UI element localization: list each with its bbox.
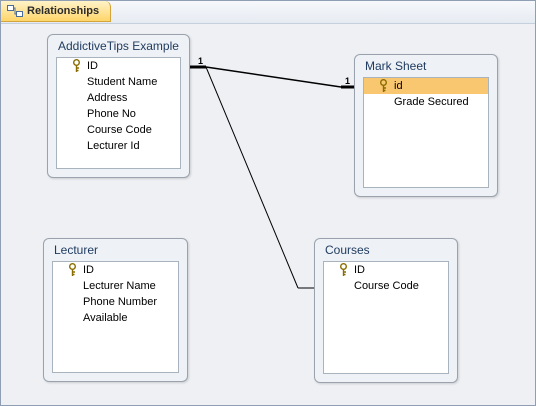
field-lecturer-id[interactable]: Lecturer Id [57, 138, 180, 154]
key-icon [69, 263, 76, 276]
document-tab-strip: Relationships [1, 1, 535, 24]
field-id[interactable]: id [364, 78, 488, 94]
table-addictivetips-example[interactable]: AddictiveTips Example ID Student Name Ad… [47, 34, 190, 178]
table-lecturer[interactable]: Lecturer ID Lecturer Name Phone Number A… [43, 238, 188, 382]
cardinality-label: 1 [198, 56, 204, 66]
relationships-window: Relationships 1 1 AddictiveTips Example … [0, 0, 536, 406]
field-list: ID Student Name Address Phone No Course … [56, 57, 181, 169]
table-courses[interactable]: Courses ID Course Code [314, 238, 458, 383]
cardinality-label: 1 [345, 76, 351, 86]
tab-relationships[interactable]: Relationships [1, 1, 111, 22]
relationships-icon [7, 4, 23, 18]
relationship-line-marksheet[interactable] [205, 66, 342, 88]
relationships-canvas[interactable]: 1 1 AddictiveTips Example ID Student Nam… [1, 24, 535, 405]
key-icon [73, 59, 80, 72]
field-course-code[interactable]: Course Code [324, 278, 448, 294]
field-address[interactable]: Address [57, 90, 180, 106]
field-id[interactable]: ID [57, 58, 180, 74]
field-id[interactable]: ID [324, 262, 448, 278]
field-grade-secured[interactable]: Grade Secured [364, 94, 488, 110]
field-phone-number[interactable]: Phone Number [53, 294, 178, 310]
field-list: ID Lecturer Name Phone Number Available [52, 261, 179, 373]
field-phone-no[interactable]: Phone No [57, 106, 180, 122]
table-title: Courses [325, 243, 370, 257]
field-list: id Grade Secured [363, 77, 489, 188]
table-title: Lecturer [54, 243, 99, 257]
field-available[interactable]: Available [53, 310, 178, 326]
key-icon [340, 263, 347, 276]
field-id[interactable]: ID [53, 262, 178, 278]
table-title: Mark Sheet [365, 59, 427, 73]
field-course-code[interactable]: Course Code [57, 122, 180, 138]
table-mark-sheet[interactable]: Mark Sheet id Grade Secured [354, 54, 498, 197]
table-title: AddictiveTips Example [58, 39, 179, 53]
field-lecturer-name[interactable]: Lecturer Name [53, 278, 178, 294]
relationship-line-courses[interactable] [205, 66, 299, 289]
field-list: ID Course Code [323, 261, 449, 374]
key-icon [380, 79, 387, 92]
field-student-name[interactable]: Student Name [57, 74, 180, 90]
tab-label: Relationships [27, 5, 100, 17]
